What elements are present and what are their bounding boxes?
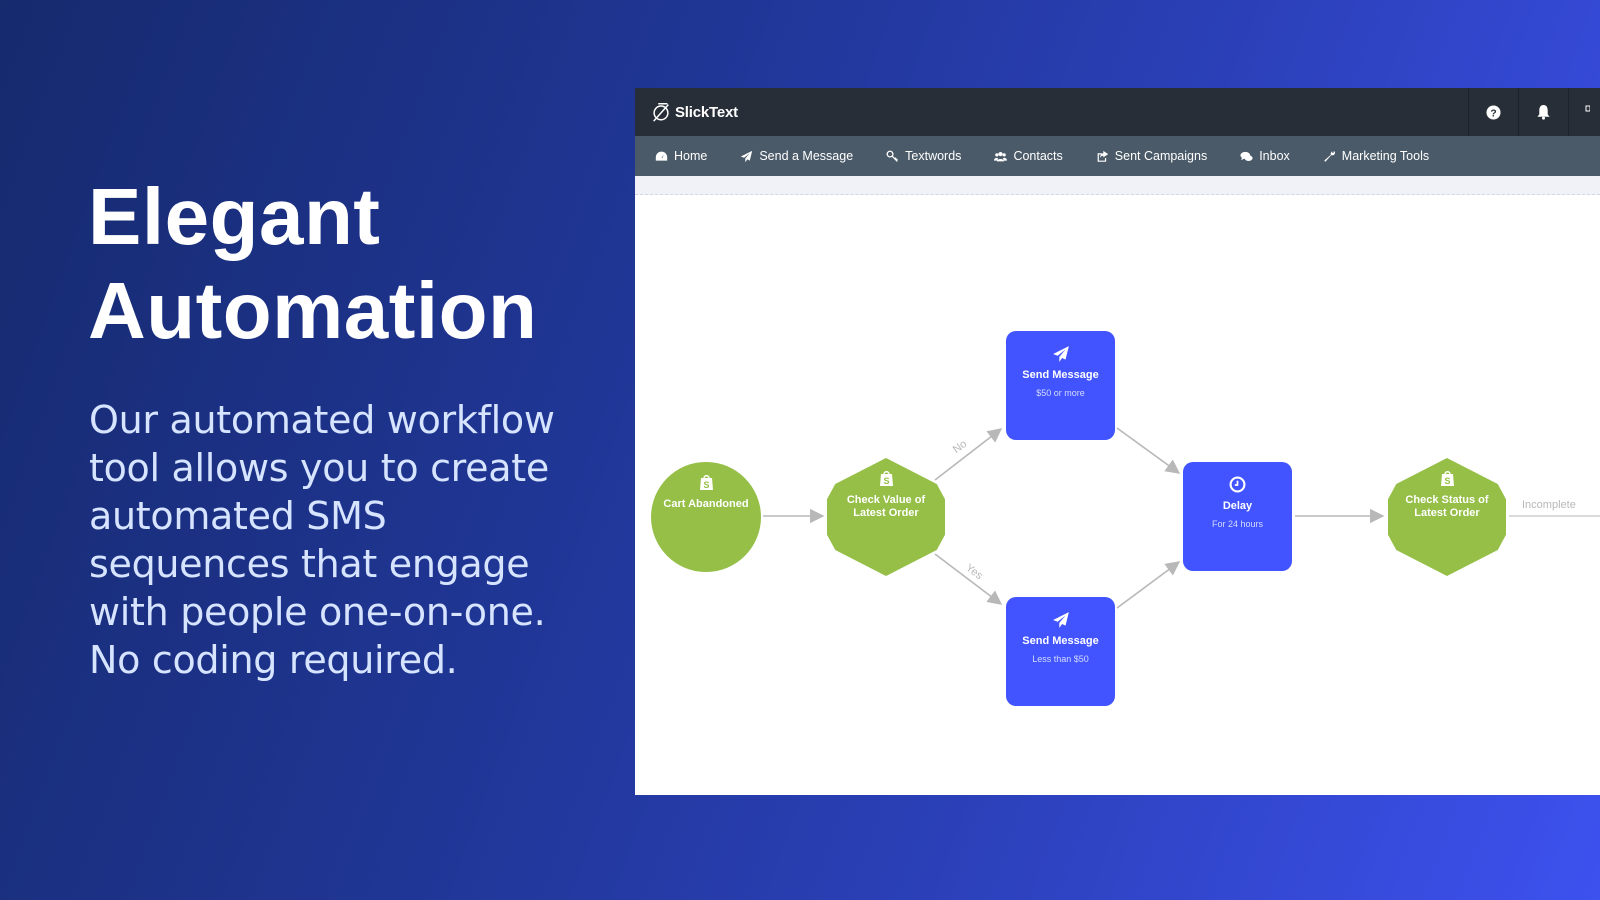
user-menu-icon [1585, 105, 1590, 112]
top-bar: SlickText ? [635, 88, 1600, 136]
hero-body-line: sequences that engage [89, 542, 530, 586]
paper-plane-icon [1052, 612, 1069, 628]
hero-title-line: Elegant [88, 172, 381, 261]
node-title: Send Message [1022, 635, 1099, 647]
brand-name: SlickText [675, 103, 738, 121]
node-subtitle: For 24 hours [1211, 519, 1264, 529]
hero-body-line: tool allows you to create [89, 446, 549, 490]
edge-high-to-delay [1116, 427, 1181, 474]
paper-plane-icon [1052, 346, 1069, 362]
node-send-message-high[interactable]: Send Message $50 or more [1006, 331, 1115, 440]
hero-title: Elegant Automation [88, 170, 537, 358]
toolbar-strip [635, 176, 1600, 195]
hero-body-line: No coding required. [89, 638, 458, 682]
hero-body-line: Our automated workflow [89, 398, 555, 442]
nav-contacts[interactable]: Contacts [994, 149, 1063, 163]
app-screenshot: SlickText ? Home Send a Message Textword… [635, 88, 1600, 795]
hero-body-line: with people one-on-one. [89, 590, 546, 634]
shopify-bag-icon: S [879, 471, 893, 486]
edge-label-incomplete: Incomplete [1522, 499, 1576, 511]
comments-icon [1240, 151, 1253, 161]
key-icon [886, 150, 898, 162]
svg-text:?: ? [1490, 108, 1496, 119]
node-subtitle: $50 or more [1036, 388, 1085, 398]
clock-icon [1229, 476, 1246, 493]
node-subtitle: Less than $50 [1032, 654, 1089, 664]
node-delay[interactable]: Delay For 24 hours [1183, 462, 1292, 571]
nav-sent-campaigns[interactable]: Sent Campaigns [1096, 149, 1207, 163]
svg-text:S: S [703, 480, 709, 490]
node-title: Check Status of Latest Order [1405, 494, 1489, 519]
svg-text:S: S [883, 476, 889, 486]
shopify-bag-icon: S [1440, 471, 1454, 486]
brand-logo[interactable]: SlickText [650, 101, 738, 123]
node-title: Cart Abandoned [663, 498, 749, 510]
svg-text:S: S [1444, 476, 1450, 486]
notifications-button[interactable] [1518, 88, 1568, 136]
help-icon: ? [1486, 104, 1501, 120]
node-title: Delay [1222, 500, 1253, 512]
dashboard-icon [655, 151, 668, 161]
nav-inbox[interactable]: Inbox [1240, 149, 1290, 163]
nav-textwords[interactable]: Textwords [886, 149, 961, 163]
node-title: Send Message [1022, 369, 1099, 381]
nav-send-message[interactable]: Send a Message [740, 149, 853, 163]
shopify-bag-icon: S [699, 475, 713, 490]
edge-low-to-delay [1116, 561, 1181, 609]
slicktext-logo-icon [653, 103, 669, 122]
wrench-icon [1324, 150, 1335, 162]
hero-body-line: automated SMS [89, 494, 387, 538]
bell-icon [1537, 104, 1550, 120]
main-nav: Home Send a Message Textwords Contacts S… [635, 136, 1600, 176]
nav-marketing-tools[interactable]: Marketing Tools [1323, 149, 1429, 163]
share-square-icon [1097, 150, 1108, 162]
node-send-message-low[interactable]: Send Message Less than $50 [1006, 597, 1115, 706]
node-title: Check Value of Latest Order [846, 494, 926, 519]
user-menu-button[interactable] [1568, 88, 1600, 136]
help-button[interactable]: ? [1468, 88, 1518, 136]
users-icon [994, 151, 1008, 161]
node-cart-abandoned[interactable]: S Cart Abandoned [651, 462, 761, 572]
nav-home[interactable]: Home [655, 149, 707, 163]
paper-plane-icon [741, 150, 753, 162]
workflow-canvas: No Yes Incomplete S Cart Abandoned S Che… [635, 196, 1600, 795]
hero-description: Our automated workflow tool allows you t… [89, 396, 609, 684]
edge-check-value-yes [934, 553, 1003, 605]
hero-title-line: Automation [88, 266, 538, 355]
edge-check-value-no [934, 428, 1003, 481]
